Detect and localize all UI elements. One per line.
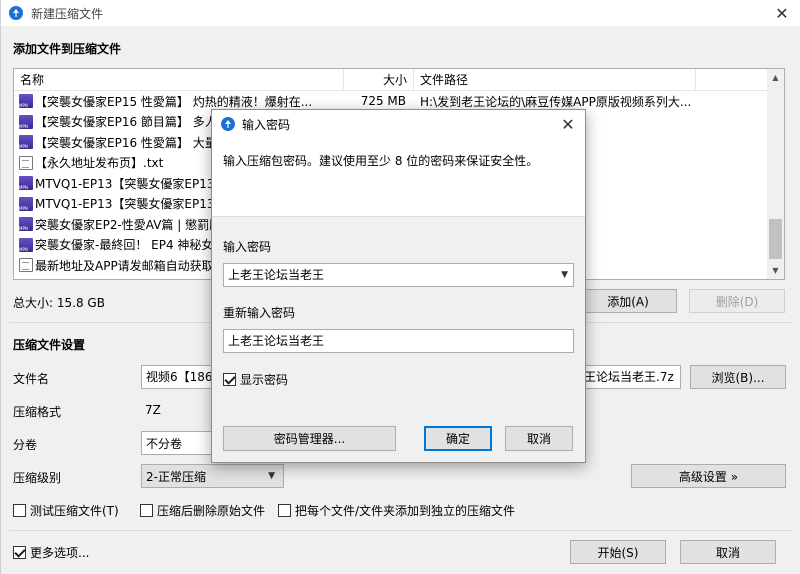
confirm-password-input[interactable]: 上老王论坛当老王 bbox=[223, 329, 574, 353]
delete-button[interactable]: 删除(D) bbox=[689, 289, 785, 313]
confirm-password-label: 重新输入密码 bbox=[223, 306, 296, 320]
dialog-close-icon[interactable]: ✕ bbox=[557, 113, 579, 135]
separate-archives-checkbox[interactable] bbox=[278, 504, 291, 517]
dialog-app-icon bbox=[221, 117, 235, 131]
password-label: 输入密码 bbox=[223, 240, 272, 254]
separate-archives-label: 把每个文件/文件夹添加到独立的压缩文件 bbox=[295, 504, 516, 518]
dialog-description-area: 输入压缩包密码。建议使用至少 8 位的密码来保证安全性。 bbox=[212, 138, 585, 216]
split-select[interactable]: 不分卷 bbox=[141, 431, 213, 455]
browse-button[interactable]: 浏览(B)... bbox=[690, 365, 786, 389]
file-name: MTVQ1-EP13【突襲女優家EP13 bbox=[35, 176, 215, 191]
scroll-thumb[interactable] bbox=[769, 219, 782, 259]
file-name: 最新地址及APP请发邮箱自动获取！ bbox=[35, 258, 226, 273]
chevron-down-icon: ▼ bbox=[268, 471, 275, 481]
filename-label: 文件名 bbox=[13, 372, 50, 386]
column-header-path[interactable]: 文件路径 bbox=[414, 69, 696, 91]
file-name: 突襲女優家EP2-性愛AV篇 | 懲罰肛交 bbox=[35, 217, 234, 232]
level-label: 压缩级别 bbox=[13, 471, 62, 485]
close-icon[interactable]: ✕ bbox=[771, 2, 793, 24]
password-manager-button[interactable]: 密码管理器... bbox=[223, 426, 396, 451]
vertical-scrollbar[interactable]: ▲ ▼ bbox=[767, 69, 784, 279]
file-name: 【永久地址发布页】.txt bbox=[35, 156, 164, 171]
more-options-checkbox[interactable] bbox=[13, 546, 26, 559]
filename-value-left: 视频6【186V bbox=[146, 370, 221, 384]
file-name: 突襲女優家-最終回！ EP4 神秘女優 bbox=[35, 238, 226, 253]
window-title: 新建压缩文件 bbox=[31, 6, 104, 21]
file-name: 【突襲女優家EP16 性愛篇】 大量... bbox=[35, 135, 229, 150]
separate-archives-option[interactable]: 把每个文件/文件夹添加到独立的压缩文件 bbox=[278, 502, 515, 519]
dialog-cancel-button[interactable]: 取消 bbox=[505, 426, 573, 451]
format-select[interactable]: 7Z bbox=[141, 398, 213, 422]
title-bar: 新建压缩文件 ✕ bbox=[1, 0, 800, 26]
text-file-icon bbox=[19, 155, 33, 170]
video-file-icon bbox=[19, 94, 33, 109]
delete-after-label: 压缩后删除原始文件 bbox=[157, 504, 266, 518]
format-value: 7Z bbox=[145, 403, 161, 417]
password-value: 上老王论坛当老王 bbox=[228, 268, 325, 282]
video-file-icon bbox=[19, 196, 33, 211]
file-path: H:\发到老王论坛的\麻豆传媒APP原版视频系列大... bbox=[420, 94, 692, 109]
scroll-up-icon[interactable]: ▲ bbox=[767, 69, 784, 86]
file-name: MTVQ1-EP13【突襲女優家EP13 bbox=[35, 197, 215, 212]
video-file-icon bbox=[19, 217, 33, 232]
split-label: 分卷 bbox=[13, 438, 38, 452]
video-file-icon bbox=[19, 114, 33, 129]
column-header-size[interactable]: 大小 bbox=[344, 69, 414, 91]
file-name: 【突襲女優家EP15 性愛篇】 灼热的精液！爆射在... bbox=[35, 94, 313, 109]
test-archive-option[interactable]: 测试压缩文件(T) bbox=[13, 502, 119, 519]
video-file-icon bbox=[19, 135, 33, 150]
split-value: 不分卷 bbox=[146, 436, 183, 451]
add-section-title: 添加文件到压缩文件 bbox=[13, 42, 122, 56]
show-password-checkbox[interactable] bbox=[223, 373, 236, 386]
divider-bottom bbox=[9, 530, 793, 531]
confirm-password-value: 上老王论坛当老王 bbox=[228, 334, 325, 348]
file-name-cell: 【突襲女優家EP15 性愛篇】 灼热的精液！爆射在... bbox=[14, 93, 344, 110]
more-options-label: 更多选项... bbox=[30, 546, 90, 560]
file-size: 725 MB bbox=[360, 94, 406, 109]
cancel-button[interactable]: 取消 bbox=[680, 540, 776, 564]
advanced-settings-button[interactable]: 高级设置 » bbox=[631, 464, 786, 488]
test-archive-checkbox[interactable] bbox=[13, 504, 26, 517]
delete-after-checkbox[interactable] bbox=[140, 504, 153, 517]
show-password-option[interactable]: 显示密码 bbox=[223, 371, 288, 388]
total-size: 总大小: 15.8 GB bbox=[13, 296, 105, 310]
delete-after-option[interactable]: 压缩后删除原始文件 bbox=[140, 502, 265, 519]
dialog-title: 输入密码 bbox=[242, 117, 291, 132]
dialog-divider bbox=[212, 216, 585, 217]
file-name: 【突襲女優家EP16 節目篇】 多人... bbox=[35, 115, 229, 130]
video-file-icon bbox=[19, 237, 33, 252]
file-list-header: 名称 大小 文件路径 bbox=[14, 69, 768, 91]
level-value: 2-正常压缩 bbox=[146, 469, 206, 484]
password-dialog: 输入密码 ✕ 输入压缩包密码。建议使用至少 8 位的密码来保证安全性。 输入密码… bbox=[211, 109, 586, 463]
video-file-icon bbox=[19, 176, 33, 191]
password-dropdown-icon[interactable]: ▼ bbox=[561, 264, 568, 286]
test-archive-label: 测试压缩文件(T) bbox=[30, 504, 119, 518]
dialog-title-bar: 输入密码 ✕ bbox=[212, 110, 585, 138]
settings-section-title: 压缩文件设置 bbox=[13, 338, 86, 352]
show-password-label: 显示密码 bbox=[240, 373, 289, 387]
filename-value-right: 王论坛当老王.7z bbox=[584, 370, 674, 384]
start-button[interactable]: 开始(S) bbox=[570, 540, 666, 564]
password-input[interactable]: 上老王论坛当老王 ▼ bbox=[223, 263, 574, 287]
more-options-option[interactable]: 更多选项... bbox=[13, 544, 89, 561]
text-file-icon bbox=[19, 258, 33, 273]
add-button[interactable]: 添加(A) bbox=[579, 289, 677, 313]
dialog-body: 输入压缩包密码。建议使用至少 8 位的密码来保证安全性。 输入密码 上老王论坛当… bbox=[212, 138, 585, 462]
level-select[interactable]: 2-正常压缩 ▼ bbox=[141, 464, 284, 488]
scroll-down-icon[interactable]: ▼ bbox=[767, 262, 784, 279]
app-icon bbox=[9, 6, 23, 20]
dialog-description: 输入压缩包密码。建议使用至少 8 位的密码来保证安全性。 bbox=[223, 154, 539, 168]
format-label: 压缩格式 bbox=[13, 405, 62, 419]
ok-button[interactable]: 确定 bbox=[424, 426, 492, 451]
column-header-name[interactable]: 名称 bbox=[14, 69, 344, 91]
